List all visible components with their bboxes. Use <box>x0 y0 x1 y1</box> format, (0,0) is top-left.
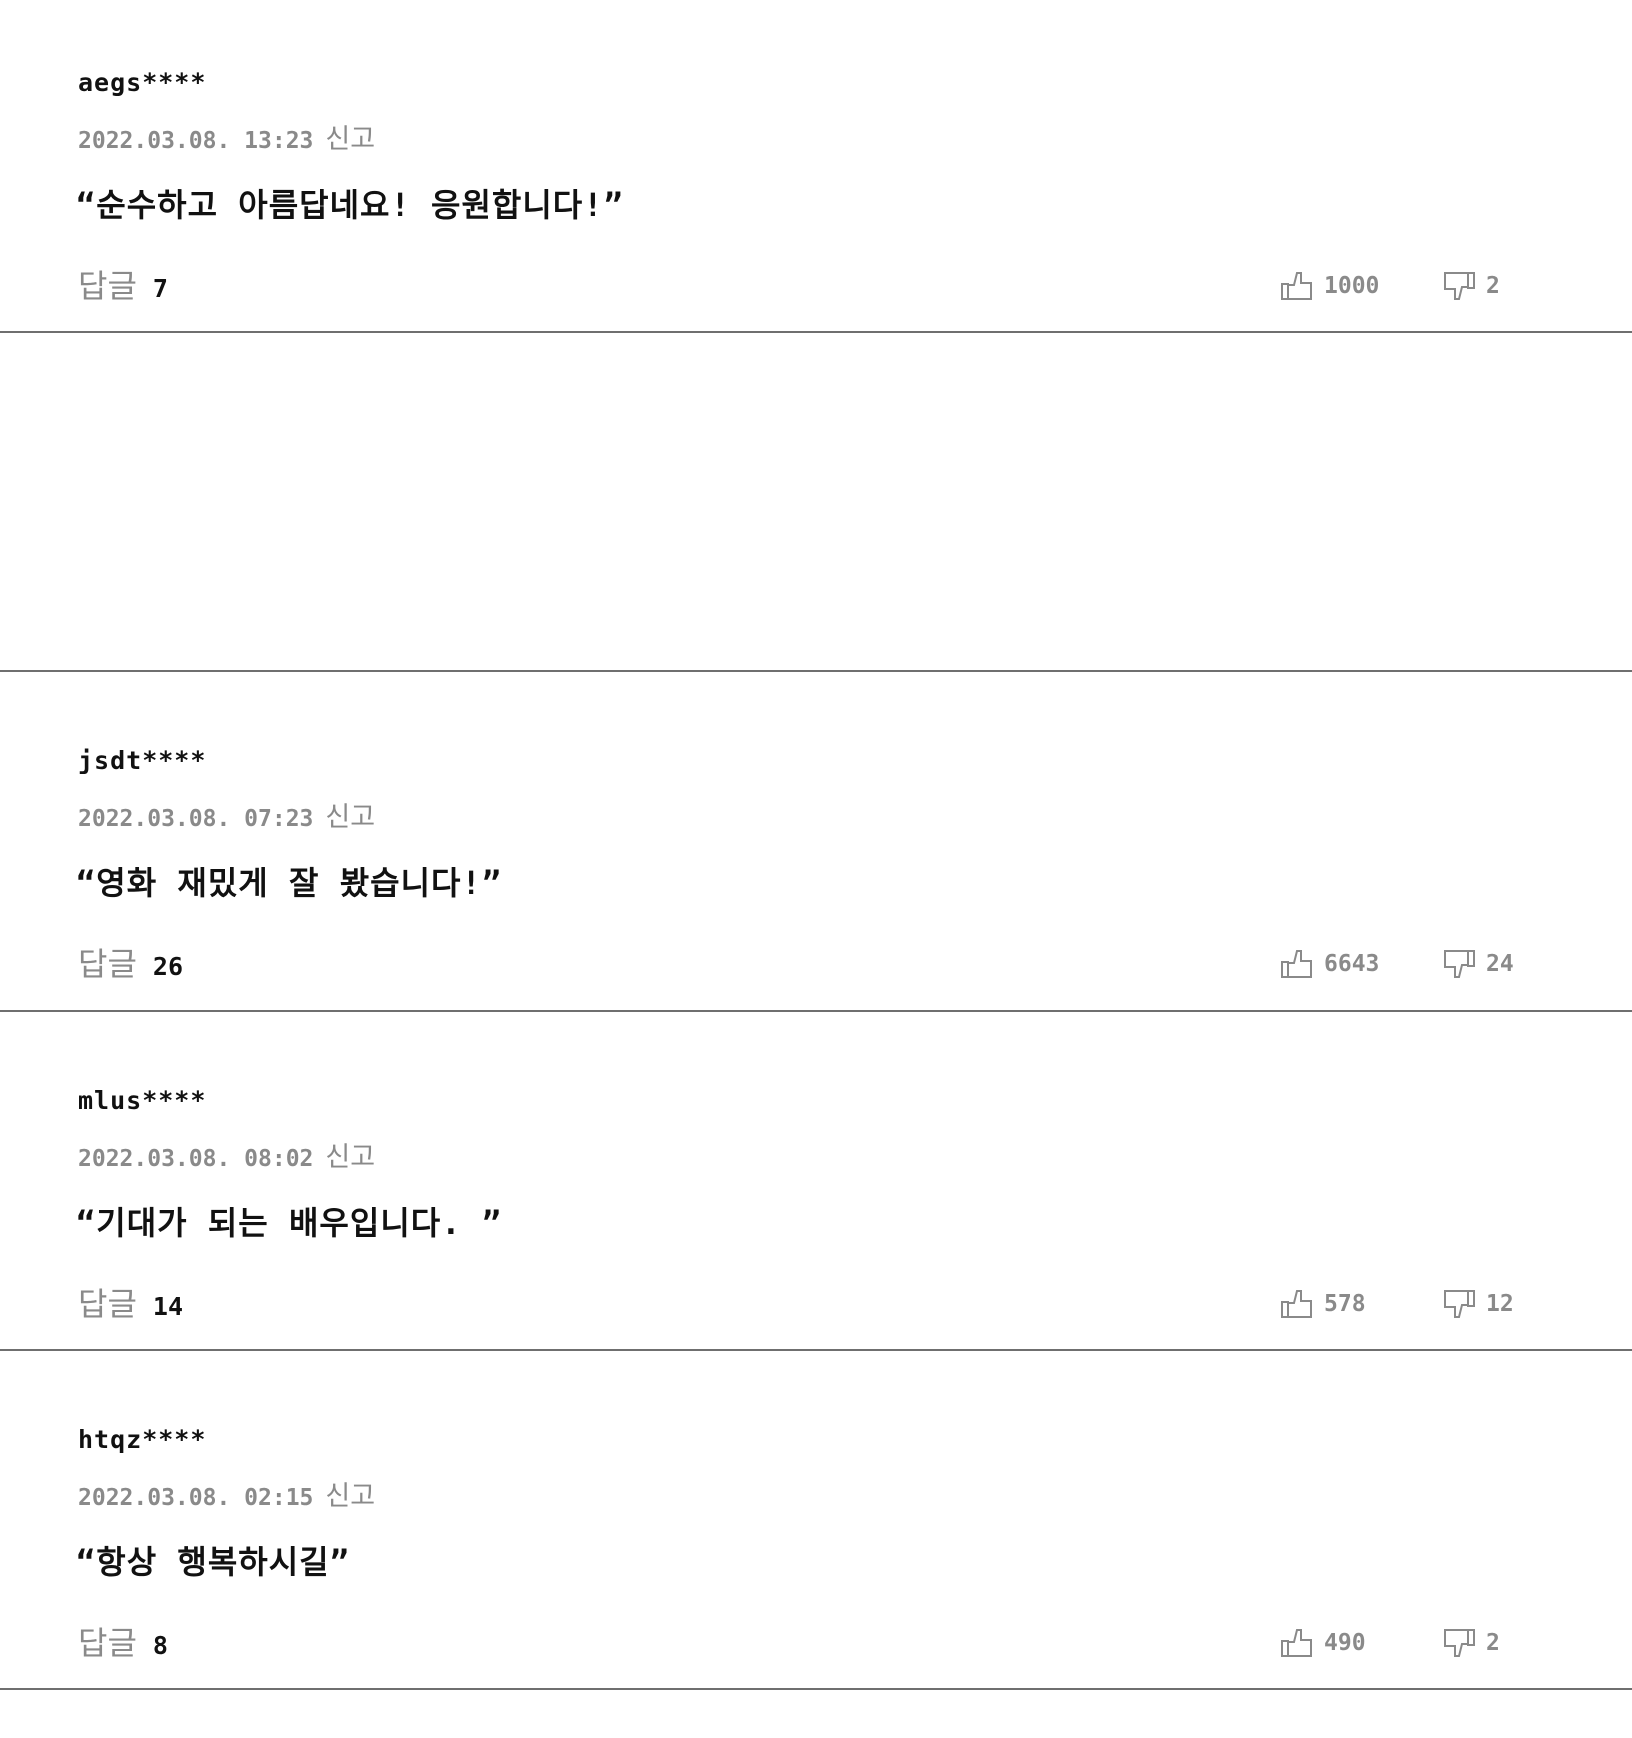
dislike-button[interactable]: 12 <box>1442 1284 1514 1324</box>
thumbs-up-icon <box>1280 1287 1314 1321</box>
comment-divider <box>0 1688 1632 1690</box>
thumbs-down-icon <box>1442 1287 1476 1321</box>
comment-username: mlus**** <box>78 1086 207 1115</box>
comment-datetime: 2022.03.08. 08:02 <box>78 1146 314 1172</box>
reply-count: 14 <box>152 1292 183 1321</box>
dislike-button[interactable]: 24 <box>1442 944 1514 984</box>
reply-count: 26 <box>152 952 183 981</box>
comment-datetime: 2022.03.08. 07:23 <box>78 806 314 832</box>
dislike-count: 2 <box>1486 273 1500 299</box>
report-button[interactable]: 신고 <box>325 1481 375 1512</box>
reply-count: 8 <box>152 1631 168 1660</box>
like-count: 490 <box>1324 1630 1366 1656</box>
reply-label: 답글 <box>78 267 137 305</box>
thumbs-up-icon <box>1280 947 1314 981</box>
dislike-button[interactable]: 2 <box>1442 1623 1500 1663</box>
comment-username: jsdt**** <box>78 746 207 775</box>
like-button[interactable]: 578 <box>1280 1284 1366 1324</box>
report-button[interactable]: 신고 <box>325 802 375 833</box>
comment-item: htqz**** 2022.03.08. 02:15 신고 “항상 행복하시길” … <box>0 1351 1632 1689</box>
reply-label: 답글 <box>78 1624 137 1662</box>
reply-label: 답글 <box>78 945 137 983</box>
blank-area <box>0 333 1632 670</box>
thumbs-down-icon <box>1442 269 1476 303</box>
like-count: 1000 <box>1324 273 1380 299</box>
thumbs-down-icon <box>1442 1626 1476 1660</box>
dislike-count: 2 <box>1486 1630 1500 1656</box>
comment-meta: 2022.03.08. 08:02 신고 <box>78 1143 375 1174</box>
comment-item: mlus**** 2022.03.08. 08:02 신고 “기대가 되는 배우입… <box>0 1012 1632 1350</box>
comment-item: aegs**** 2022.03.08. 13:23 신고 “순수하고 아름답네요… <box>0 0 1632 332</box>
comment-meta: 2022.03.08. 07:23 신고 <box>78 803 375 834</box>
comment-item: jsdt**** 2022.03.08. 07:23 신고 “영화 재밌게 잘 봤… <box>0 672 1632 1010</box>
reply-button[interactable]: 답글 8 <box>78 1623 168 1669</box>
like-button[interactable]: 6643 <box>1280 944 1379 984</box>
report-button[interactable]: 신고 <box>325 1142 375 1173</box>
reply-count: 7 <box>152 274 168 303</box>
thumbs-up-icon <box>1280 269 1314 303</box>
thumbs-down-icon <box>1442 947 1476 981</box>
dislike-count: 12 <box>1486 1291 1514 1317</box>
like-button[interactable]: 1000 <box>1280 266 1379 306</box>
like-count: 578 <box>1324 1291 1366 1317</box>
comment-text: “순수하고 아름답네요! 응원합니다!” <box>76 186 624 224</box>
comment-username: aegs**** <box>78 68 207 97</box>
comment-datetime: 2022.03.08. 02:15 <box>78 1485 314 1511</box>
reply-button[interactable]: 답글 14 <box>78 1284 183 1330</box>
comment-text: “항상 행복하시길” <box>76 1543 350 1581</box>
comment-text: “영화 재밌게 잘 봤습니다!” <box>76 864 502 902</box>
comment-meta: 2022.03.08. 13:23 신고 <box>78 125 375 156</box>
like-count: 6643 <box>1324 951 1380 977</box>
dislike-count: 24 <box>1486 951 1514 977</box>
report-button[interactable]: 신고 <box>325 124 375 155</box>
reply-button[interactable]: 답글 26 <box>78 944 183 990</box>
reply-button[interactable]: 답글 7 <box>78 266 168 312</box>
comment-datetime: 2022.03.08. 13:23 <box>78 128 314 154</box>
reply-label: 답글 <box>78 1285 137 1323</box>
comment-text: “기대가 되는 배우입니다. ” <box>76 1204 502 1242</box>
dislike-button[interactable]: 2 <box>1442 266 1500 306</box>
comment-meta: 2022.03.08. 02:15 신고 <box>78 1482 375 1513</box>
like-button[interactable]: 490 <box>1280 1623 1366 1663</box>
thumbs-up-icon <box>1280 1626 1314 1660</box>
comment-username: htqz**** <box>78 1425 207 1454</box>
